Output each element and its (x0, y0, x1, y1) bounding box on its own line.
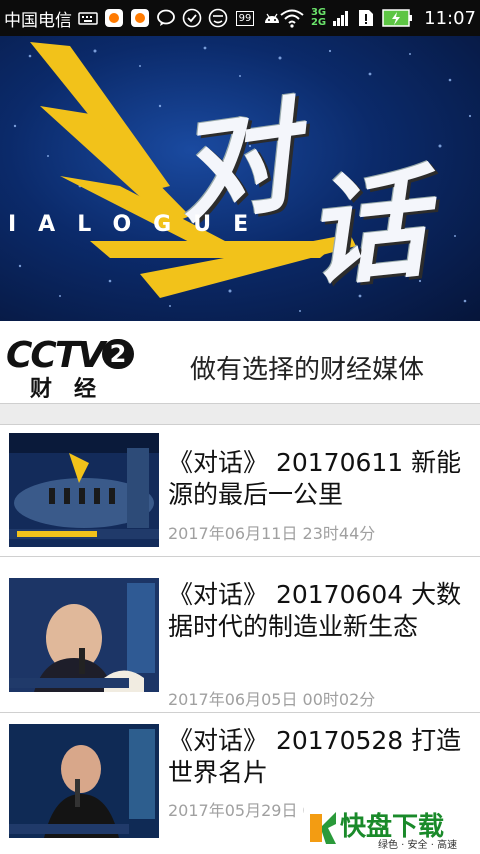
episode-thumbnail (9, 433, 159, 547)
episode-date: 2017年06月05日 00时02分 (168, 690, 376, 709)
sim-alert-icon (356, 8, 376, 28)
episode-date: 2017年06月11日 23时44分 (168, 524, 376, 543)
channel-slogan: 做有选择的财经媒体 (190, 355, 425, 385)
network-2g-label: 2G (310, 17, 327, 28)
wifi-icon (279, 8, 305, 28)
episode-thumbnail (9, 724, 159, 838)
watermark-logo: 快盘下载 绿色 · 安全 · 高速 (304, 804, 480, 854)
browser-icon (182, 8, 202, 28)
notification-icons: 99 (78, 8, 282, 28)
episode-thumbnail (9, 578, 159, 692)
channel-header: CCTV 2 财经 做有选择的财经媒体 (0, 321, 480, 404)
signal-icon (332, 8, 350, 28)
banner-subtitle: IALOGUE (8, 212, 271, 237)
list-item[interactable]: 《对话》 20170611 新能源的最后一公里 2017年06月11日 23时4… (0, 425, 480, 557)
face-icon (208, 8, 228, 28)
keyboard-icon (78, 8, 98, 28)
list-item[interactable]: 《对话》 20170604 大数据时代的制造业新生态 2017年06月05日 0… (0, 557, 480, 713)
episode-list: 《对话》 20170611 新能源的最后一公里 2017年06月11日 23时4… (0, 425, 480, 848)
clock: 11:07 (424, 7, 476, 29)
status-bar: 中国电信 99 3G 2G 11:07 (0, 0, 480, 36)
watermark-k-icon (310, 812, 336, 844)
episode-title: 《对话》 20170611 新能源的最后一公里 (168, 448, 462, 509)
watermark-slogan: 绿色 · 安全 · 高速 (378, 840, 458, 851)
cctv-logo-text: CCTV (6, 335, 105, 376)
cctv2-logo: CCTV 2 财经 (6, 335, 134, 402)
app-notification-icon-2 (130, 8, 150, 28)
app-notification-icon (104, 8, 124, 28)
chat-bubble-icon (156, 8, 176, 28)
cctv-logo-sub: 财经 (30, 377, 119, 402)
program-banner[interactable]: 对 话 IALOGUE (0, 36, 480, 321)
badge-99-icon: 99 (234, 8, 256, 28)
section-divider (0, 404, 480, 425)
battery-charging-icon (382, 8, 414, 28)
episode-title: 《对话》 20170528 打造世界名片 (168, 726, 462, 787)
badge-99-label: 99 (235, 10, 255, 26)
banner-title-char-2: 话 (299, 154, 434, 305)
episode-title: 《对话》 20170604 大数据时代的制造业新生态 (168, 580, 462, 641)
cctv-logo-number: 2 (102, 339, 134, 369)
episode-date: 2017年05月29日 0 (168, 801, 313, 820)
system-icons: 3G 2G 11:07 (279, 0, 476, 36)
carrier-label: 中国电信 (4, 10, 72, 31)
network-type: 3G 2G (311, 8, 326, 28)
